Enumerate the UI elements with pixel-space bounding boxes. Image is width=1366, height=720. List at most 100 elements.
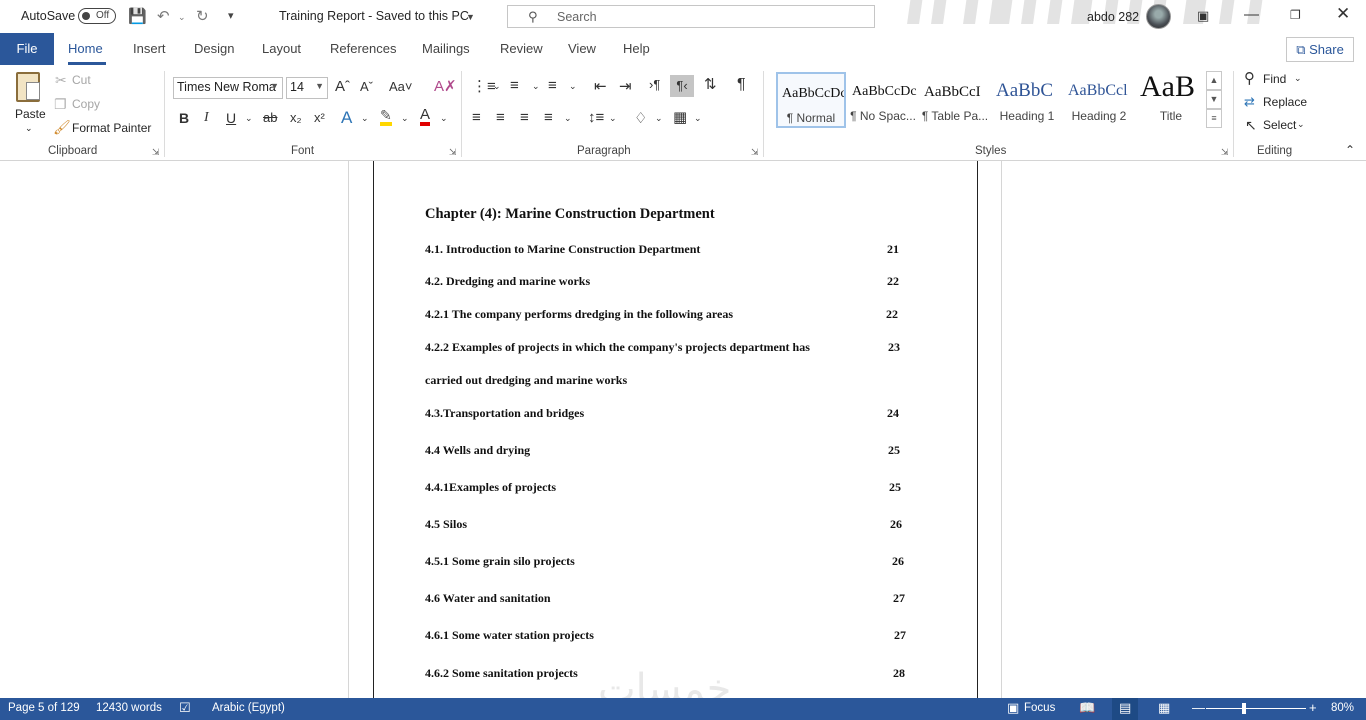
page-count[interactable]: Page 5 of 129 (8, 702, 80, 714)
tab-view[interactable]: View (568, 41, 596, 56)
document-area[interactable]: Chapter (4): Marine Construction Departm… (0, 161, 1366, 712)
gallery-scroll-down[interactable]: ▼ (1206, 90, 1222, 109)
format-painter-button[interactable]: Format Painter (72, 121, 151, 135)
focus-button[interactable]: Focus (1024, 702, 1055, 714)
multilevel-dropdown-icon[interactable]: ⌄ (569, 81, 577, 92)
numbering-dropdown-icon[interactable]: ⌄ (532, 81, 540, 92)
search-box[interactable]: ⚲ Search (507, 5, 875, 28)
toc-entry[interactable]: 4.2. Dredging and marine works (425, 274, 590, 289)
document-title[interactable]: Training Report - Saved to this PC (279, 9, 469, 23)
toc-entry[interactable]: 4.6.2 Some sanitation projects (425, 666, 578, 681)
shrink-font-icon[interactable]: Aˇ (360, 79, 373, 94)
justify-icon[interactable]: ≡ (544, 109, 553, 126)
style-normal[interactable]: AaBbCcDc ¶ Normal (776, 72, 846, 128)
style-heading-1[interactable]: AaBbC Heading 1 (992, 72, 1062, 128)
borders-dropdown-icon[interactable]: ⌄ (694, 113, 702, 124)
shading-dropdown-icon[interactable]: ⌄ (655, 113, 663, 124)
font-color-icon[interactable]: A (420, 107, 431, 126)
font-color-dropdown-icon[interactable]: ⌄ (440, 113, 448, 124)
tab-review[interactable]: Review (500, 41, 543, 56)
zoom-out-icon[interactable]: — (1192, 700, 1205, 715)
undo-icon[interactable]: ↶ (157, 7, 170, 25)
toc-entry[interactable]: 4.6 Water and sanitation (425, 591, 551, 606)
subscript-icon[interactable]: x₂ (290, 110, 302, 125)
toc-entry[interactable]: 4.4 Wells and drying (425, 443, 530, 458)
clear-formatting-icon[interactable]: A✗ (434, 77, 457, 95)
autosave-toggle[interactable]: Off (78, 8, 116, 24)
show-formatting-icon[interactable]: ¶ (737, 76, 746, 94)
tab-references[interactable]: References (330, 41, 396, 56)
collapse-ribbon-icon[interactable]: ⌃ (1345, 143, 1355, 157)
justify-dropdown-icon[interactable]: ⌄ (564, 113, 572, 124)
superscript-icon[interactable]: x² (314, 110, 325, 125)
language[interactable]: Arabic (Egypt) (212, 702, 285, 714)
save-icon[interactable]: 💾 (128, 7, 147, 25)
multilevel-list-icon[interactable]: ≡ (548, 77, 557, 94)
sort-icon[interactable]: ⇅ (704, 75, 717, 93)
text-effects-dropdown-icon[interactable]: ⌄ (361, 113, 369, 124)
word-count[interactable]: 12430 words (96, 702, 162, 714)
line-spacing-icon[interactable]: ↕≡ (588, 109, 604, 126)
numbering-icon[interactable]: ≡ (510, 77, 519, 94)
underline-dropdown-icon[interactable]: ⌄ (245, 113, 253, 124)
close-icon[interactable]: ✕ (1336, 4, 1350, 24)
toc-entry[interactable]: 4.2.2 Examples of projects in which the … (425, 340, 810, 355)
font-launcher-icon[interactable]: ⇲ (449, 147, 457, 158)
web-layout-icon[interactable]: ▦ (1158, 700, 1170, 716)
toc-entry[interactable]: 4.2.1 The company performs dredging in t… (425, 307, 733, 322)
tab-home[interactable]: Home (68, 41, 103, 56)
tab-mailings[interactable]: Mailings (422, 41, 470, 56)
read-mode-icon[interactable]: 📖 (1079, 700, 1095, 716)
toc-entry[interactable]: 4.4.1Examples of projects (425, 480, 556, 495)
rtl-direction-icon[interactable]: ¶‹ (670, 75, 694, 97)
line-spacing-dropdown-icon[interactable]: ⌄ (609, 113, 617, 124)
text-effects-icon[interactable]: A (341, 108, 352, 128)
share-button[interactable]: ⧉ Share (1286, 37, 1354, 62)
borders-icon[interactable]: ▦ (673, 108, 687, 126)
zoom-level[interactable]: 80% (1331, 702, 1354, 714)
find-button[interactable]: Find (1263, 72, 1286, 86)
redo-icon[interactable]: ↻ (196, 7, 209, 25)
toc-entry[interactable]: 4.5 Silos (425, 517, 467, 532)
tab-help[interactable]: Help (623, 41, 650, 56)
user-name[interactable]: abdo 282 (1087, 10, 1139, 24)
toc-entry[interactable]: 4.6.1 Some water station projects (425, 628, 594, 643)
restore-icon[interactable]: ❐ (1290, 8, 1301, 22)
strikethrough-icon[interactable]: ab (263, 110, 277, 125)
bullets-dropdown-icon[interactable]: ⌄ (493, 81, 501, 92)
highlight-icon[interactable]: ✎ (380, 108, 392, 126)
font-size-combo[interactable]: 14 ▼ (286, 77, 328, 99)
find-dropdown-icon[interactable]: ⌄ (1294, 73, 1302, 84)
ltr-direction-icon[interactable]: ›¶ (649, 77, 660, 92)
zoom-in-icon[interactable]: + (1309, 700, 1317, 715)
shading-icon[interactable]: ♢ (634, 109, 647, 127)
increase-indent-icon[interactable]: ⇥ (619, 77, 632, 95)
cut-button[interactable]: Cut (72, 73, 91, 87)
italic-icon[interactable]: I (204, 110, 209, 126)
style-title[interactable]: AaB Title (1136, 72, 1206, 128)
select-dropdown-icon[interactable]: ⌄ (1297, 119, 1305, 130)
styles-launcher-icon[interactable]: ⇲ (1221, 147, 1229, 158)
minimize-icon[interactable]: — (1244, 6, 1259, 23)
decrease-indent-icon[interactable]: ⇤ (594, 77, 607, 95)
tab-design[interactable]: Design (194, 41, 234, 56)
grow-font-icon[interactable]: Aˆ (335, 78, 350, 95)
copy-button[interactable]: Copy (72, 97, 100, 111)
toc-entry[interactable]: carried out dredging and marine works (425, 373, 627, 388)
style-table-paragraph[interactable]: AaBbCcI ¶ Table Pa... (920, 72, 990, 128)
tab-file[interactable]: File (0, 33, 54, 65)
tab-insert[interactable]: Insert (133, 41, 166, 56)
font-name-combo[interactable]: Times New Roma ▼ (173, 77, 283, 99)
align-center-icon[interactable]: ≡ (496, 109, 505, 126)
zoom-slider[interactable] (1206, 708, 1306, 709)
replace-button[interactable]: Replace (1263, 95, 1307, 109)
paste-button[interactable]: Paste ⌄ (8, 69, 50, 139)
chapter-heading[interactable]: Chapter (4): Marine Construction Departm… (425, 206, 715, 223)
select-button[interactable]: Select (1263, 118, 1296, 132)
style-no-spacing[interactable]: AaBbCcDc ¶ No Spac... (848, 72, 918, 128)
zoom-slider-thumb[interactable] (1242, 703, 1246, 714)
bold-icon[interactable]: B (179, 110, 189, 126)
style-heading-2[interactable]: AaBbCcl Heading 2 (1064, 72, 1134, 128)
highlight-dropdown-icon[interactable]: ⌄ (401, 113, 409, 124)
toc-entry[interactable]: 4.3.Transportation and bridges (425, 406, 584, 421)
